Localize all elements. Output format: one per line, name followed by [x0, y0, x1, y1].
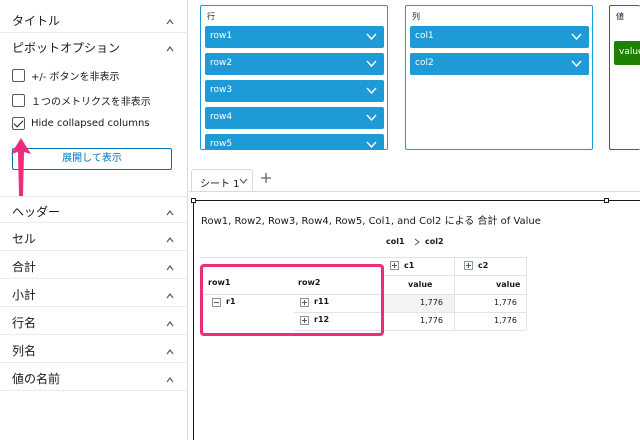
chevron-up-icon — [166, 19, 174, 25]
grid-line — [384, 275, 526, 276]
chevron-down-icon[interactable] — [366, 60, 377, 67]
option-hide-collapsed-columns[interactable]: Hide collapsed columns — [12, 115, 150, 131]
section-header-label: ヘッダー — [12, 205, 61, 219]
values-field-well[interactable]: 値 value — [609, 5, 640, 150]
chevron-up-icon — [166, 321, 174, 327]
field-pill-label: row4 — [210, 112, 233, 122]
option-hide-plus-minus-label: +/- ボタンを非表示 — [31, 71, 120, 83]
chevron-down-icon[interactable] — [239, 178, 248, 184]
columns-well-label: 列 — [412, 12, 420, 21]
section-column-names[interactable]: 列名 — [0, 336, 188, 363]
section-title-label: タイトル — [12, 14, 61, 28]
columns-field-well[interactable]: 列 col1 col2 — [405, 5, 593, 150]
field-pill-label: row3 — [210, 85, 233, 95]
visual-title: Row1, Row2, Row3, Row4, Row5, Col1, and … — [201, 216, 541, 227]
value-header-c1: value — [408, 280, 433, 289]
chevron-down-icon[interactable] — [366, 141, 377, 148]
resize-handle[interactable] — [191, 198, 196, 203]
chevron-down-icon[interactable] — [366, 114, 377, 121]
sheet-tab-bar: シート 1 — [189, 166, 640, 192]
grid-line — [454, 257, 455, 330]
value-header-c2: value — [496, 280, 521, 289]
field-pill-label: col1 — [415, 31, 434, 41]
section-row-names-label: 行名 — [12, 316, 37, 330]
chevron-down-icon[interactable] — [571, 33, 582, 40]
column-path-col1: col1 — [386, 237, 405, 246]
section-subtotals[interactable]: 小計 — [0, 280, 188, 307]
value-cell: 1,776 — [420, 298, 443, 307]
section-totals[interactable]: 合計 — [0, 252, 188, 279]
section-subtotals-label: 小計 — [12, 288, 37, 302]
option-hide-single-metric[interactable]: １つのメトリクスを非表示 — [12, 92, 151, 108]
pink-arrow-annotation — [11, 138, 31, 196]
checkbox-hide-plus-minus[interactable] — [12, 68, 25, 82]
field-pill-row3[interactable]: row3 — [205, 80, 384, 102]
pivot-table-visual[interactable]: Row1, Row2, Row3, Row4, Row5, Col1, and … — [191, 198, 640, 440]
option-hide-collapsed-columns-label: Hide collapsed columns — [31, 117, 150, 129]
column-header-c1: c1 — [404, 261, 415, 270]
chevron-down-icon[interactable] — [366, 87, 377, 94]
field-pill-label: row5 — [210, 139, 233, 149]
field-pill-col2[interactable]: col2 — [410, 53, 589, 75]
section-value-names-label: 値の名前 — [12, 372, 61, 386]
grid-line — [200, 257, 526, 258]
column-path-col2: col2 — [425, 237, 444, 246]
sheet-tab[interactable]: シート 1 — [191, 169, 253, 191]
chevron-up-icon — [166, 293, 174, 299]
option-hide-plus-minus[interactable]: +/- ボタンを非表示 — [12, 67, 120, 83]
field-pill-value[interactable]: value — [614, 41, 640, 65]
grid-line — [526, 257, 527, 330]
field-pill-col1[interactable]: col1 — [410, 26, 589, 48]
field-pill-label: col2 — [415, 58, 434, 68]
value-cell: 1,776 — [494, 298, 517, 307]
chevron-up-icon — [166, 377, 174, 383]
section-cells-label: セル — [12, 232, 37, 246]
column-header-c2: c2 — [478, 261, 489, 270]
field-pill-label: row2 — [210, 58, 233, 68]
field-pill-row2[interactable]: row2 — [205, 53, 384, 75]
chevron-down-icon[interactable] — [366, 33, 377, 40]
section-pivot-options-label: ピボットオプション — [12, 41, 121, 55]
add-sheet-icon[interactable] — [259, 171, 273, 185]
section-title[interactable]: タイトル — [0, 6, 188, 33]
expand-column-icon[interactable] — [464, 261, 473, 270]
section-row-names[interactable]: 行名 — [0, 308, 188, 335]
rows-field-well[interactable]: 行 row1 row2 row3 row4 row5 — [200, 5, 388, 150]
highlight-box-annotation — [200, 264, 384, 336]
field-pill-row5[interactable]: row5 — [205, 134, 384, 149]
chevron-up-icon — [166, 46, 174, 52]
section-cells[interactable]: セル — [0, 224, 188, 251]
format-panel: タイトル ピボットオプション +/- ボタンを非表示 １つのメトリクスを非表示 … — [0, 0, 188, 440]
sheet-tab-label: シート 1 — [200, 179, 240, 190]
resize-handle[interactable] — [604, 198, 609, 203]
chevron-up-icon — [166, 265, 174, 271]
field-pill-row1[interactable]: row1 — [205, 26, 384, 48]
section-header[interactable]: ヘッダー — [0, 196, 188, 223]
expand-and-show-button[interactable]: 展開して表示 — [12, 148, 172, 170]
value-cell: 1,776 — [420, 316, 443, 325]
section-value-names[interactable]: 値の名前 — [0, 364, 188, 391]
chevron-up-icon — [166, 237, 174, 243]
chevron-up-icon — [166, 349, 174, 355]
checkbox-hide-single-metric[interactable] — [12, 93, 25, 107]
values-well-label: 値 — [616, 12, 624, 21]
rows-well-label: 行 — [207, 12, 215, 21]
section-column-names-label: 列名 — [12, 344, 37, 358]
field-pill-label: value — [619, 47, 640, 57]
chevron-down-icon[interactable] — [571, 60, 582, 67]
field-pill-label: row1 — [210, 31, 233, 41]
expand-column-icon[interactable] — [390, 261, 399, 270]
option-hide-single-metric-label: １つのメトリクスを非表示 — [31, 96, 151, 108]
cell-shade — [384, 294, 454, 312]
value-cell: 1,776 — [494, 316, 517, 325]
section-pivot-options[interactable]: ピボットオプション — [0, 33, 188, 60]
chevron-up-icon — [166, 210, 174, 216]
section-totals-label: 合計 — [12, 260, 37, 274]
chevron-right-icon — [414, 238, 420, 246]
checkbox-hide-collapsed-columns[interactable] — [12, 116, 25, 130]
field-pill-row4[interactable]: row4 — [205, 107, 384, 129]
